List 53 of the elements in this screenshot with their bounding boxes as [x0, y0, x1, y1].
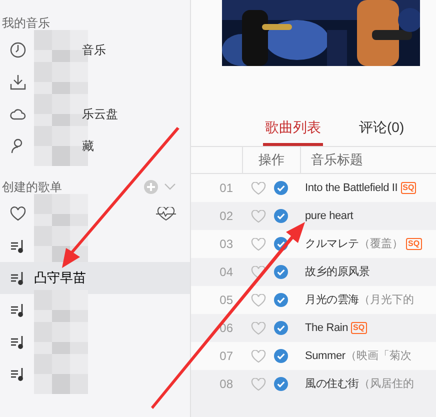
playlist-icon: [10, 366, 26, 382]
song-subtitle: （覆盖）: [359, 236, 404, 252]
song-title: クルマレテ: [305, 236, 360, 252]
quality-badge: SQ: [400, 182, 416, 194]
tab[interactable]: 评论(0): [359, 116, 404, 146]
item-label: 音乐: [82, 42, 106, 59]
playlist-icon: [10, 334, 26, 350]
download-icon: [10, 74, 26, 90]
song-subtitle: （风居住的: [359, 376, 414, 392]
playlist-icon: [10, 238, 26, 254]
song-title: 月光の雲海: [305, 292, 360, 308]
heart-icon: [10, 206, 26, 222]
heart-icon[interactable]: [250, 238, 266, 251]
song-subtitle: （映画「菊次: [345, 348, 412, 364]
sidebar-item[interactable]: 凸守早苗: [0, 262, 190, 294]
column-header[interactable]: 操作: [258, 150, 284, 170]
heart-icon[interactable]: [250, 182, 266, 195]
track-number: 08: [220, 376, 233, 394]
section-title: 创建的歌单: [2, 179, 62, 196]
quality-badge: SQ: [406, 238, 422, 250]
quality-badge: SQ: [351, 322, 367, 334]
song-title: Summer: [305, 348, 346, 364]
song-title: pure heart: [305, 208, 354, 224]
heart-icon[interactable]: [250, 294, 266, 307]
track-number: 02: [220, 208, 233, 226]
heart-rate-icon[interactable]: [156, 207, 176, 221]
track-number: 01: [220, 180, 233, 198]
song-title: The Rain: [305, 320, 348, 336]
track-number: 05: [220, 292, 233, 310]
song-title: 風の住む街: [305, 376, 360, 392]
chevron-down-icon[interactable]: [164, 183, 176, 191]
column-header[interactable]: 音乐标题: [311, 150, 363, 170]
heart-icon[interactable]: [250, 350, 266, 363]
item-label: 藏: [82, 138, 94, 155]
add-icon[interactable]: [144, 180, 158, 194]
heart-icon[interactable]: [250, 210, 266, 223]
song-subtitle: （月光下的: [359, 292, 414, 308]
item-label: 凸守早苗: [34, 269, 86, 288]
track-number: 03: [220, 236, 233, 254]
tab[interactable]: 歌曲列表: [263, 116, 323, 146]
heart-icon[interactable]: [250, 378, 266, 391]
playlist-icon: [10, 270, 26, 286]
section-title: 我的音乐: [2, 15, 50, 32]
sidebar-item[interactable]: 藏: [0, 130, 190, 162]
clock-icon: [10, 42, 26, 58]
item-label: 乐云盘: [82, 106, 118, 123]
song-title: 故乡的原风景: [305, 264, 370, 280]
heart-icon[interactable]: [250, 322, 266, 335]
song-title: Into the Battlefield II: [305, 180, 398, 196]
track-number: 04: [220, 264, 233, 282]
cloud-icon: [10, 106, 26, 122]
playlist-icon: [10, 302, 26, 318]
track-number: 07: [220, 348, 233, 366]
